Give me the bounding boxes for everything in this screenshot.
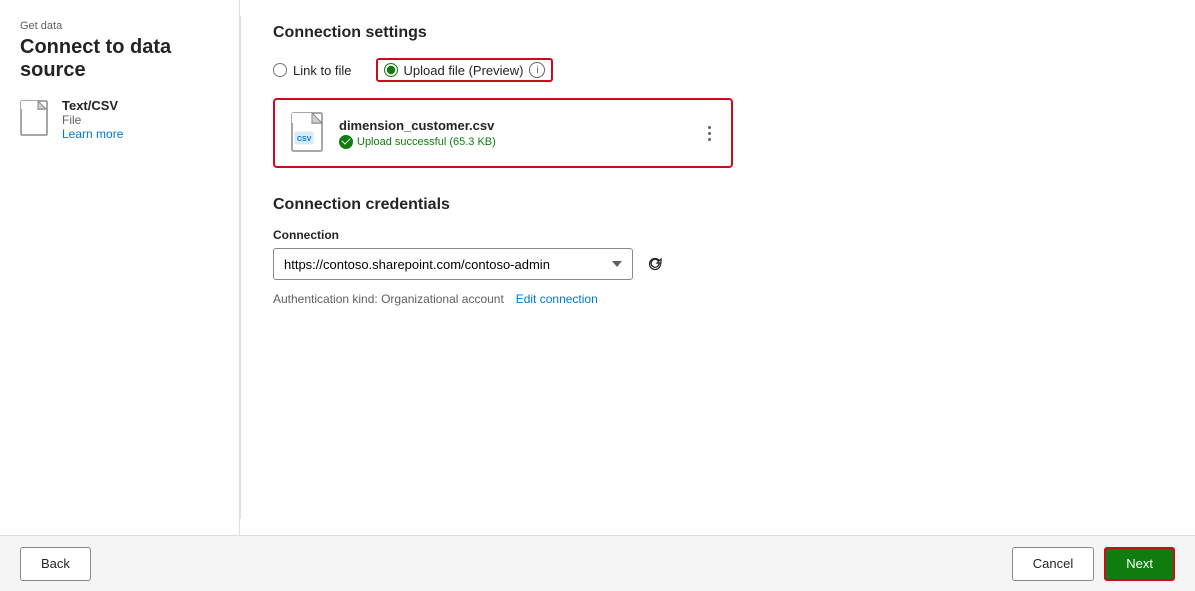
edit-connection-link[interactable]: Edit connection [516,292,598,306]
upload-file-radio[interactable] [384,63,398,77]
upload-filename: dimension_customer.csv [339,118,496,133]
more-options-button[interactable] [704,122,715,145]
refresh-icon [647,256,663,272]
auth-text: Authentication kind: Organizational acco… [273,292,504,306]
upload-card-container: CSV dimension_customer.csv Upload succes… [273,98,733,168]
footer-left: Back [20,547,91,581]
refresh-button[interactable] [641,250,669,278]
upload-status-text: Upload successful (65.3 KB) [357,136,496,148]
learn-more-link[interactable]: Learn more [62,127,123,141]
auth-info: Authentication kind: Organizational acco… [273,290,1163,306]
success-check-icon [339,135,353,149]
upload-option-box: Upload file (Preview) i [376,58,554,82]
back-button[interactable]: Back [20,547,91,581]
sidebar: Get data Connect to data source Text/CSV… [0,0,240,535]
upload-card: CSV dimension_customer.csv Upload succes… [291,112,715,154]
breadcrumb: Get data [20,20,219,32]
cancel-button[interactable]: Cancel [1012,547,1094,581]
upload-card-info: dimension_customer.csv Upload successful… [339,118,496,149]
upload-status: Upload successful (65.3 KB) [339,135,496,149]
connection-settings-title: Connection settings [273,24,1163,42]
footer-right: Cancel Next [1012,547,1175,581]
radio-group: Link to file Upload file (Preview) i [273,58,1163,82]
connection-select[interactable]: https://contoso.sharepoint.com/contoso-a… [273,248,633,280]
sidebar-item-name: Text/CSV [62,98,123,113]
info-icon[interactable]: i [529,62,545,78]
page-title: Connect to data source [20,36,219,82]
sidebar-item-textcsv: Text/CSV File Learn more [20,98,219,141]
upload-card-left: CSV dimension_customer.csv Upload succes… [291,112,496,154]
credentials-title: Connection credentials [273,196,1163,214]
connection-row: https://contoso.sharepoint.com/contoso-a… [273,248,1163,280]
svg-text:CSV: CSV [297,136,312,143]
sidebar-item-type: File [62,113,123,127]
csv-file-icon: CSV [291,112,327,154]
footer: Back Cancel Next [0,535,1195,591]
connection-field-label: Connection [273,228,1163,242]
upload-file-label: Upload file (Preview) [404,63,524,78]
link-to-file-radio[interactable] [273,63,287,77]
next-button[interactable]: Next [1104,547,1175,581]
upload-file-option[interactable]: Upload file (Preview) [384,63,524,78]
main-panel: Connection settings Link to file Upload … [241,0,1195,535]
link-to-file-label: Link to file [293,63,352,78]
credentials-section: Connection credentials Connection https:… [273,196,1163,306]
link-to-file-option[interactable]: Link to file [273,63,352,78]
text-csv-icon [20,100,52,138]
sidebar-item-info: Text/CSV File Learn more [62,98,123,141]
